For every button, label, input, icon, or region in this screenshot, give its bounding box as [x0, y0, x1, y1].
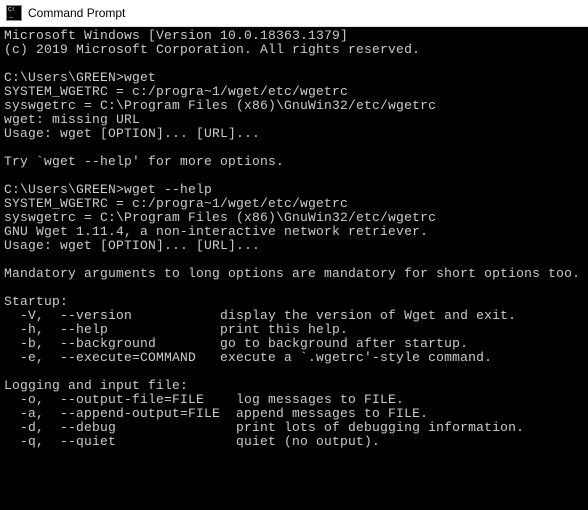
window-title: Command Prompt [28, 6, 125, 20]
terminal-output[interactable]: Microsoft Windows [Version 10.0.18363.13… [0, 27, 588, 510]
cmd-icon [6, 5, 22, 21]
titlebar[interactable]: Command Prompt [0, 0, 588, 27]
